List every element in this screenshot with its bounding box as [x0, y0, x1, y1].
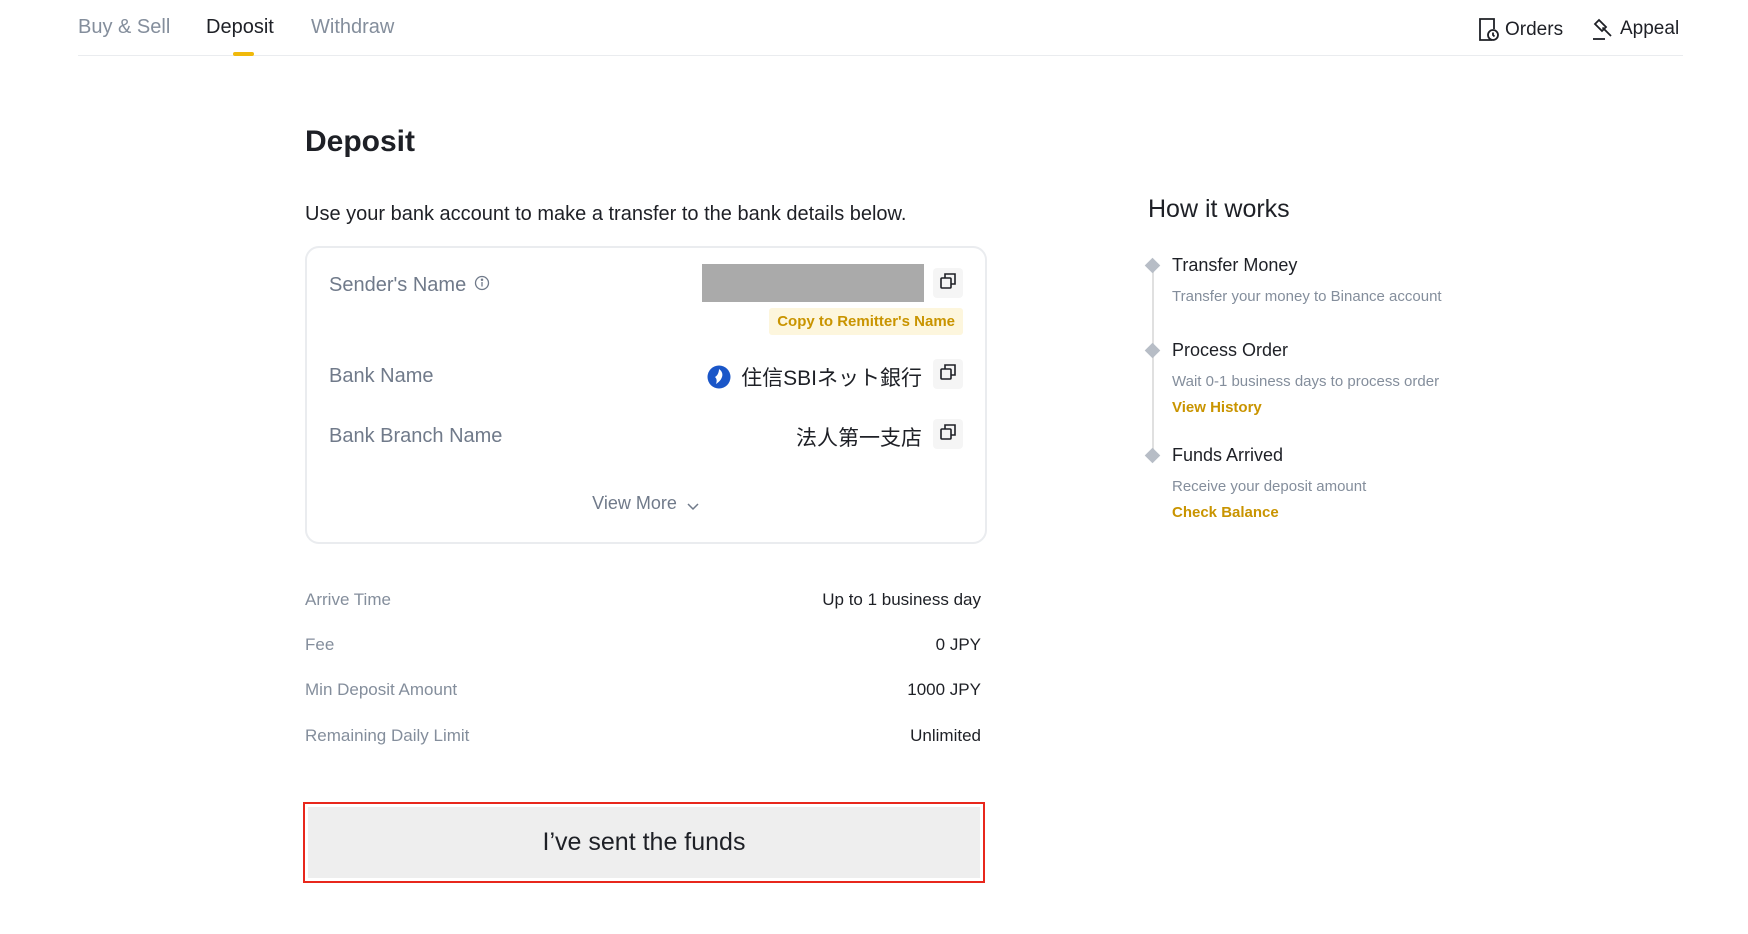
- info-label: Remaining Daily Limit: [305, 726, 470, 745]
- copy-sender-name-button[interactable]: [933, 268, 963, 298]
- active-tab-indicator: [233, 52, 254, 56]
- branch-name-label: Bank Branch Name: [329, 425, 503, 447]
- info-label: Fee: [305, 635, 335, 654]
- tab-buy-sell[interactable]: Buy & Sell: [78, 16, 170, 39]
- bank-logo-icon: [707, 365, 731, 389]
- info-label: Arrive Time: [305, 590, 391, 609]
- timeline-line: [1152, 266, 1154, 456]
- info-icon[interactable]: [474, 274, 490, 297]
- sent-funds-button[interactable]: I’ve sent the funds: [303, 802, 985, 883]
- copy-bank-name-button[interactable]: [933, 359, 963, 389]
- sender-name-value-redacted: [702, 264, 924, 302]
- copy-to-remitter-button[interactable]: Copy to Remitter's Name: [769, 308, 963, 335]
- view-history-link[interactable]: View History: [1172, 399, 1262, 416]
- page-title: Deposit: [305, 125, 416, 158]
- orders-icon: [1477, 17, 1499, 42]
- appeal-icon: [1590, 17, 1614, 41]
- step-title: Process Order: [1172, 340, 1289, 360]
- copy-icon: [939, 363, 957, 386]
- sender-name-row-label: Sender's Name: [329, 274, 490, 297]
- step-desc: Receive your deposit amount: [1172, 478, 1367, 495]
- timeline-step-marker: [1144, 447, 1161, 464]
- tab-withdraw[interactable]: Withdraw: [311, 16, 394, 39]
- timeline-step-marker: [1144, 342, 1161, 359]
- bank-name-label: Bank Name: [329, 365, 434, 387]
- orders-button[interactable]: Orders: [1477, 17, 1563, 42]
- chevron-down-icon: [682, 493, 700, 513]
- info-value: 1000 JPY: [907, 680, 981, 699]
- view-more-label: View More: [592, 493, 677, 513]
- info-value: Up to 1 business day: [822, 590, 981, 609]
- step-title: Funds Arrived: [1172, 445, 1284, 465]
- orders-label: Orders: [1505, 18, 1564, 40]
- copy-branch-name-button[interactable]: [933, 419, 963, 449]
- info-value: Unlimited: [910, 726, 981, 745]
- sent-funds-label: I’ve sent the funds: [308, 807, 980, 878]
- tab-deposit[interactable]: Deposit: [206, 16, 274, 56]
- step-desc: Wait 0-1 business days to process order: [1172, 373, 1440, 390]
- bank-details-card: Sender's Name Copy to Remitter's Name Ba…: [305, 246, 987, 544]
- bank-name-value-group: 住信SBIネット銀行: [707, 362, 922, 392]
- info-label: Min Deposit Amount: [305, 680, 458, 699]
- tab-deposit-label: Deposit: [206, 16, 274, 38]
- copy-icon: [939, 272, 957, 295]
- deposit-intro: Use your bank account to make a transfer…: [305, 203, 907, 225]
- step-title: Transfer Money: [1172, 255, 1298, 275]
- bank-name-value: 住信SBIネット銀行: [741, 367, 922, 390]
- top-nav: Buy & Sell Deposit Withdraw Orders Appea…: [78, 0, 1683, 56]
- appeal-button[interactable]: Appeal: [1590, 17, 1679, 41]
- timeline-step-marker: [1144, 257, 1161, 274]
- info-value: 0 JPY: [935, 635, 981, 654]
- sender-name-label: Sender's Name: [329, 274, 467, 296]
- check-balance-link[interactable]: Check Balance: [1172, 504, 1279, 521]
- appeal-label: Appeal: [1620, 18, 1680, 39]
- how-it-works-title: How it works: [1148, 195, 1290, 223]
- branch-name-value: 法人第一支店: [796, 427, 922, 450]
- view-more-button[interactable]: View More: [307, 493, 985, 514]
- step-desc: Transfer your money to Binance account: [1172, 288, 1442, 305]
- copy-icon: [939, 423, 957, 446]
